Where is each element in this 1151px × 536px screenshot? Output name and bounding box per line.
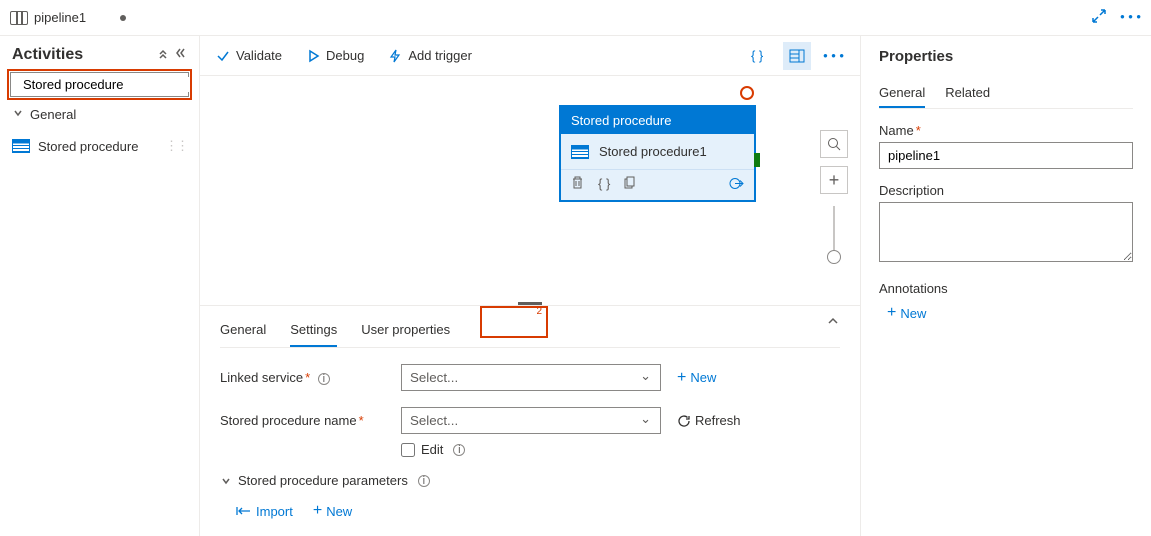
new-annotation-button[interactable]: +New <box>887 304 1133 322</box>
linked-service-label: Linked service <box>220 370 303 385</box>
grip-icon: ⋮⋮ <box>165 138 187 154</box>
copy-icon[interactable] <box>624 176 637 194</box>
props-tab-general[interactable]: General <box>879 79 925 108</box>
section-general[interactable]: General <box>10 97 189 132</box>
chevron-down-icon <box>12 107 24 122</box>
new-parameter-button[interactable]: +New <box>313 502 352 520</box>
code-view-icon[interactable]: { } <box>743 42 771 70</box>
props-tab-related[interactable]: Related <box>945 79 990 108</box>
info-icon[interactable]: i <box>318 373 330 385</box>
description-label: Description <box>879 183 1133 198</box>
new-linked-service-button[interactable]: +New <box>677 369 716 387</box>
hide-panel-icon[interactable] <box>175 46 187 64</box>
details-tab-user-properties[interactable]: User properties <box>361 314 450 347</box>
activity-search-input[interactable] <box>10 72 189 97</box>
more-icon[interactable]: • • • <box>823 48 844 63</box>
annotations-label: Annotations <box>879 281 1133 296</box>
name-label: Name* <box>879 123 1133 138</box>
sp-name-select[interactable]: Select... <box>401 407 661 434</box>
info-icon[interactable]: i <box>418 475 430 487</box>
output-icon[interactable] <box>729 176 744 194</box>
validate-button[interactable]: Validate <box>216 48 282 63</box>
refresh-button[interactable]: Refresh <box>677 413 741 428</box>
debug-button[interactable]: Debug <box>306 48 364 63</box>
zoom-in-button[interactable]: + <box>820 166 848 194</box>
expand-icon[interactable] <box>1092 9 1106 26</box>
add-trigger-button[interactable]: Add trigger <box>388 48 472 63</box>
success-handle[interactable] <box>754 153 760 167</box>
activity-node-name: Stored procedure1 <box>599 144 707 159</box>
annotation-circle-icon <box>740 86 754 100</box>
zoom-slider[interactable] <box>833 206 835 260</box>
activities-heading: Activities <box>12 46 83 64</box>
activity-stored-procedure[interactable]: Stored procedure ⋮⋮ <box>10 132 189 160</box>
delete-icon[interactable] <box>571 176 584 194</box>
properties-heading: Properties <box>879 48 1133 65</box>
code-icon[interactable]: { } <box>598 176 610 194</box>
stored-procedure-icon <box>571 145 589 159</box>
collapse-details-icon[interactable] <box>826 314 840 347</box>
sp-name-label: Stored procedure name <box>220 413 357 428</box>
pipeline-title: pipeline1 <box>34 10 86 25</box>
sp-parameters-toggle[interactable]: Stored procedure parameters i <box>220 473 840 488</box>
activity-node-header: Stored procedure <box>561 107 754 134</box>
import-button[interactable]: Import <box>236 502 293 520</box>
collapse-all-icon[interactable] <box>157 46 169 64</box>
info-icon[interactable]: i <box>453 444 465 456</box>
stored-procedure-icon <box>12 139 30 153</box>
edit-checkbox[interactable] <box>401 443 415 457</box>
edit-label: Edit <box>421 442 443 457</box>
zoom-fit-button[interactable] <box>820 130 848 158</box>
modified-indicator-icon <box>120 15 126 21</box>
details-tab-settings[interactable]: Settings <box>290 314 337 347</box>
pipeline-icon <box>10 11 28 25</box>
properties-toggle-icon[interactable] <box>783 42 811 70</box>
more-icon[interactable]: • • • <box>1120 9 1141 26</box>
activity-node-stored-procedure[interactable]: Stored procedure Stored procedure1 { } <box>560 106 755 201</box>
linked-service-select[interactable]: Select... <box>401 364 661 391</box>
details-tab-general[interactable]: General <box>220 314 266 347</box>
pipeline-name-input[interactable] <box>879 142 1133 169</box>
description-textarea[interactable] <box>879 202 1133 262</box>
pipeline-canvas[interactable]: Stored procedure Stored procedure1 { } + <box>200 76 860 305</box>
